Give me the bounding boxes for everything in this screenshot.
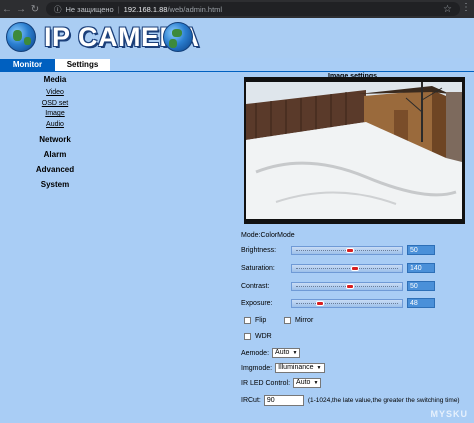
browser-toolbar: ← → ↻ ⓘ Не защищено | 192.168.1.88 /web/…	[0, 0, 474, 18]
mode-label: Mode:ColorMode	[241, 231, 295, 239]
contrast-slider[interactable]	[291, 281, 403, 291]
imgmode-label: Imgmode:	[241, 364, 273, 372]
saturation-value[interactable]: 140	[407, 263, 435, 273]
bookmark-star-icon[interactable]: ☆	[443, 4, 452, 15]
header-banner: IP CAMERA	[0, 18, 474, 58]
sidebar-item-osd-set[interactable]: OSD set	[0, 99, 110, 110]
exposure-slider[interactable]	[291, 298, 403, 308]
exposure-label: Exposure:	[241, 299, 273, 307]
imgmode-row: Imgmode: Illuminance ▼	[241, 362, 325, 374]
main-panel: Image settings	[110, 72, 474, 423]
sidebar-item-image[interactable]: Image	[0, 109, 110, 120]
tab-settings[interactable]: Settings	[55, 59, 110, 71]
flip-option[interactable]: Flip	[244, 317, 266, 324]
brightness-slider-thumb[interactable]	[346, 247, 354, 253]
brightness-label: Brightness:	[241, 246, 277, 254]
sidebar-group-advanced[interactable]: Advanced	[0, 165, 110, 174]
main-tabs: Monitor Settings	[0, 59, 110, 71]
saturation-label: Saturation:	[241, 264, 275, 272]
ir-led-label: IR LED Control:	[241, 379, 291, 387]
security-label: Не защищено	[65, 4, 114, 14]
ircut-label: IRCut:	[241, 396, 261, 404]
back-icon[interactable]: ←	[0, 4, 14, 15]
saturation-slider-thumb[interactable]	[351, 265, 359, 271]
ircut-hint: (1-1024,the late value,the greater the s…	[307, 396, 460, 404]
ircut-row: IRCut: 90 (1-1024,the late value,the gre…	[241, 394, 460, 406]
globe-right-icon	[163, 22, 193, 52]
contrast-value[interactable]: 50	[407, 281, 435, 291]
aemode-select[interactable]: Auto ▼	[272, 348, 301, 358]
contrast-row: Contrast: 50	[241, 280, 435, 292]
sidebar-group-alarm[interactable]: Alarm	[0, 150, 110, 159]
mirror-checkbox[interactable]	[284, 317, 291, 324]
mirror-option[interactable]: Mirror	[284, 317, 313, 324]
ir-led-select[interactable]: Auto ▼	[293, 378, 322, 388]
camera-preview	[244, 77, 465, 224]
brightness-row: Brightness: 50	[241, 244, 435, 256]
imgmode-value: Illuminance	[278, 364, 314, 371]
exposure-slider-thumb[interactable]	[316, 300, 324, 306]
ircut-input[interactable]: 90	[263, 394, 304, 406]
sidebar: Media Video OSD set Image Audio Network …	[0, 72, 110, 423]
url-host: 192.168.1.88	[123, 4, 168, 14]
aemode-value: Auto	[275, 349, 290, 356]
url-path: /web/admin.html	[167, 4, 223, 14]
contrast-slider-thumb[interactable]	[346, 283, 354, 289]
flip-checkbox[interactable]	[244, 317, 251, 324]
saturation-slider[interactable]	[291, 263, 403, 273]
brightness-slider[interactable]	[291, 245, 403, 255]
wdr-option[interactable]: WDR	[244, 333, 272, 340]
sidebar-group-system[interactable]: System	[0, 180, 110, 189]
aemode-label: Aemode:	[241, 349, 270, 357]
aemode-row: Aemode: Auto ▼	[241, 347, 301, 359]
forward-icon[interactable]: →	[14, 4, 28, 15]
browser-menu-icon[interactable]: ⋮	[461, 2, 471, 13]
wdr-checkbox[interactable]	[244, 333, 251, 340]
ir-led-row: IR LED Control: Auto ▼	[241, 377, 322, 389]
exposure-row: Exposure: 48	[241, 297, 435, 309]
tab-monitor[interactable]: Monitor	[0, 59, 55, 71]
sidebar-group-network[interactable]: Network	[0, 135, 110, 144]
reload-icon[interactable]: ↻	[28, 4, 42, 15]
imgmode-select[interactable]: Illuminance ▼	[275, 363, 325, 373]
info-icon[interactable]: ⓘ	[54, 4, 62, 15]
chevron-down-icon: ▼	[316, 365, 322, 371]
sidebar-item-audio[interactable]: Audio	[0, 120, 110, 131]
wdr-label: WDR	[255, 333, 272, 340]
globe-left-icon	[6, 22, 36, 52]
brightness-value[interactable]: 50	[407, 245, 435, 255]
saturation-row: Saturation: 140	[241, 262, 435, 274]
sidebar-item-video[interactable]: Video	[0, 88, 110, 99]
exposure-value[interactable]: 48	[407, 298, 435, 308]
mirror-label: Mirror	[295, 317, 314, 324]
watermark: MYSKU	[430, 409, 468, 419]
contrast-label: Contrast:	[241, 282, 270, 290]
address-bar[interactable]: ⓘ Не защищено | 192.168.1.88 /web/admin.…	[46, 2, 460, 16]
ir-led-value: Auto	[296, 379, 311, 386]
flip-label: Flip	[255, 317, 267, 324]
chevron-down-icon: ▼	[292, 350, 298, 356]
sidebar-group-media[interactable]: Media	[0, 75, 110, 84]
camera-preview-image	[246, 82, 462, 219]
chevron-down-icon: ▼	[313, 380, 319, 386]
mode-row: Mode:ColorMode	[241, 229, 295, 241]
